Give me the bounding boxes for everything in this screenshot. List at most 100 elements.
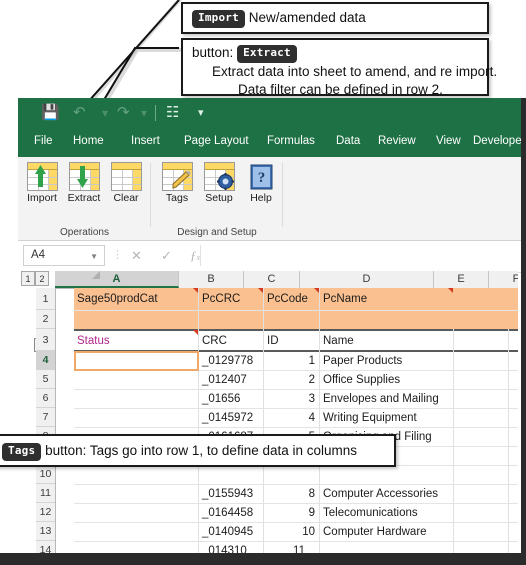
column-header-b[interactable]: B xyxy=(179,271,244,288)
cell-c13[interactable]: 10 xyxy=(264,524,319,540)
cell-c4[interactable]: 1 xyxy=(264,353,319,369)
tab-file[interactable]: File xyxy=(34,135,53,147)
row-header-column: 1 2 3 4 5 6 7 8 9 10 11 12 13 14 15 16 xyxy=(36,288,56,554)
ribbon-tab-strip: File Home Insert Page Layout Formulas Da… xyxy=(18,131,521,157)
cell-c1[interactable]: PcCode xyxy=(264,291,319,307)
outline-level-2-button[interactable]: 2 xyxy=(35,271,49,286)
tab-insert[interactable]: Insert xyxy=(131,135,160,147)
select-all-corner-icon[interactable] xyxy=(92,271,100,279)
cell-d6[interactable]: Envelopes and Mailing xyxy=(320,391,453,407)
row-header-2[interactable]: 2 xyxy=(36,310,55,329)
cell-a1[interactable]: Sage50prodCat xyxy=(74,291,198,307)
cell-d3[interactable]: Name xyxy=(320,333,453,349)
outline-level-1-button[interactable]: 1 xyxy=(21,271,35,286)
gridline-h-12 xyxy=(74,522,518,523)
cell-b1[interactable]: PcCRC xyxy=(199,291,263,307)
formula-input[interactable] xyxy=(200,245,517,266)
row-header-3[interactable]: 3 xyxy=(36,329,55,351)
cell-d11[interactable]: Computer Accessories xyxy=(320,486,453,502)
extract-badge: Extract xyxy=(237,45,297,63)
row-header-11[interactable]: 11 xyxy=(36,484,55,503)
gridline-h-7 xyxy=(74,427,518,428)
cell-d7[interactable]: Writing Equipment xyxy=(320,410,453,426)
cell-c7[interactable]: 4 xyxy=(264,410,319,426)
row-header-10[interactable]: 10 xyxy=(36,465,55,484)
cell-a3[interactable]: Status xyxy=(74,333,198,349)
cell-c12[interactable]: 9 xyxy=(264,505,319,521)
cell-grid: Sage50prodCat PcCRC PcCode PcName Status… xyxy=(74,288,518,554)
ribbon-button-extract[interactable]: Extract xyxy=(62,162,106,204)
cell-b11[interactable]: _0155943 xyxy=(199,486,263,502)
active-cell-selection-a4[interactable] xyxy=(74,351,199,371)
row-header-5[interactable]: 5 xyxy=(36,370,55,389)
cell-d12[interactable]: Telecomunications xyxy=(320,505,453,521)
column-header-c[interactable]: C xyxy=(244,271,300,288)
accept-icon[interactable]: ✓ xyxy=(161,248,172,264)
gridline-h-11 xyxy=(74,503,518,504)
row-header-4[interactable]: 4 xyxy=(36,351,55,370)
tab-developer[interactable]: Developer xyxy=(473,135,521,147)
cell-b3[interactable]: CRC xyxy=(199,333,263,349)
cell-b5[interactable]: _012407 xyxy=(199,372,263,388)
fx-icon[interactable]: ƒx xyxy=(190,248,200,264)
svg-text:?: ? xyxy=(257,170,265,186)
help-book-icon: ? xyxy=(246,162,277,191)
ribbon-button-setup[interactable]: Setup xyxy=(197,162,241,204)
quick-access-toolbar: 💾 ↶ ▾ ↷ ▾ ☷ ▾ xyxy=(18,98,521,131)
column-header-a[interactable]: A xyxy=(55,271,179,288)
cell-c11[interactable]: 8 xyxy=(264,486,319,502)
ribbon-button-help[interactable]: ? Help xyxy=(239,162,283,204)
save-icon[interactable]: 💾 xyxy=(41,105,60,120)
undo-dropdown-icon[interactable]: ▾ xyxy=(102,107,108,119)
cell-d13[interactable]: Computer Hardware xyxy=(320,524,453,540)
gridline-h-10 xyxy=(74,484,518,485)
column-header-f[interactable]: F xyxy=(489,271,518,288)
table-gear-icon xyxy=(203,162,235,191)
window-bottom-edge xyxy=(0,553,526,565)
cell-d4[interactable]: Paper Products xyxy=(320,353,453,369)
cancel-icon[interactable]: ✕ xyxy=(131,248,142,264)
redo-dropdown-icon[interactable]: ▾ xyxy=(141,107,147,119)
row-header-6[interactable]: 6 xyxy=(36,389,55,408)
formula-bar-handle-icon[interactable]: ⋮ xyxy=(112,248,123,261)
qat-more-chevron-down-icon[interactable]: ▾ xyxy=(198,108,204,119)
ribbon-button-tags[interactable]: Tags xyxy=(155,162,199,204)
tab-review[interactable]: Review xyxy=(378,135,416,147)
comment-marker-b1 xyxy=(258,288,263,293)
ribbon-button-import[interactable]: Import xyxy=(20,162,64,204)
cell-d5[interactable]: Office Supplies xyxy=(320,372,453,388)
formula-bar: A4 ▼ ⋮ ✕ ✓ ƒx xyxy=(18,241,521,273)
table-import-icon xyxy=(26,162,58,191)
column-header-e[interactable]: E xyxy=(434,271,489,288)
tab-page-layout[interactable]: Page Layout xyxy=(184,135,249,147)
cell-c5[interactable]: 2 xyxy=(264,372,319,388)
cell-b4[interactable]: _0129778 xyxy=(199,353,263,369)
row-header-13[interactable]: 13 xyxy=(36,522,55,541)
tab-home[interactable]: Home xyxy=(73,135,104,147)
tab-view[interactable]: View xyxy=(436,135,461,147)
ribbon-button-clear[interactable]: Clear xyxy=(104,162,148,204)
column-header-row: A B C D E F G xyxy=(55,271,518,289)
tab-formulas[interactable]: Formulas xyxy=(267,135,315,147)
cell-d1[interactable]: PcName xyxy=(320,291,453,307)
row-header-1[interactable]: 1 xyxy=(36,288,55,310)
cell-b6[interactable]: _01656 xyxy=(199,391,263,407)
tab-data[interactable]: Data xyxy=(336,135,360,147)
cell-b13[interactable]: _0140945 xyxy=(199,524,263,540)
cell-b7[interactable]: _0145972 xyxy=(199,410,263,426)
row-header-7[interactable]: 7 xyxy=(36,408,55,427)
undo-icon[interactable]: ↶ xyxy=(73,105,86,120)
gridline-h-1 xyxy=(74,310,518,311)
name-box-chevron-down-icon[interactable]: ▼ xyxy=(90,252,98,261)
cell-c3[interactable]: ID xyxy=(264,333,319,349)
cell-c6[interactable]: 3 xyxy=(264,391,319,407)
cell-b12[interactable]: _0164458 xyxy=(199,505,263,521)
row-header-12[interactable]: 12 xyxy=(36,503,55,522)
callout-import-line: Import New/amended data xyxy=(192,10,366,28)
gridline-v-d xyxy=(453,329,454,554)
redo-icon[interactable]: ↷ xyxy=(117,105,130,120)
gridline-h-6 xyxy=(74,408,518,409)
name-box[interactable]: A4 ▼ xyxy=(23,245,105,266)
table-settings-icon[interactable]: ☷ xyxy=(166,105,179,120)
column-header-d[interactable]: D xyxy=(300,271,434,288)
